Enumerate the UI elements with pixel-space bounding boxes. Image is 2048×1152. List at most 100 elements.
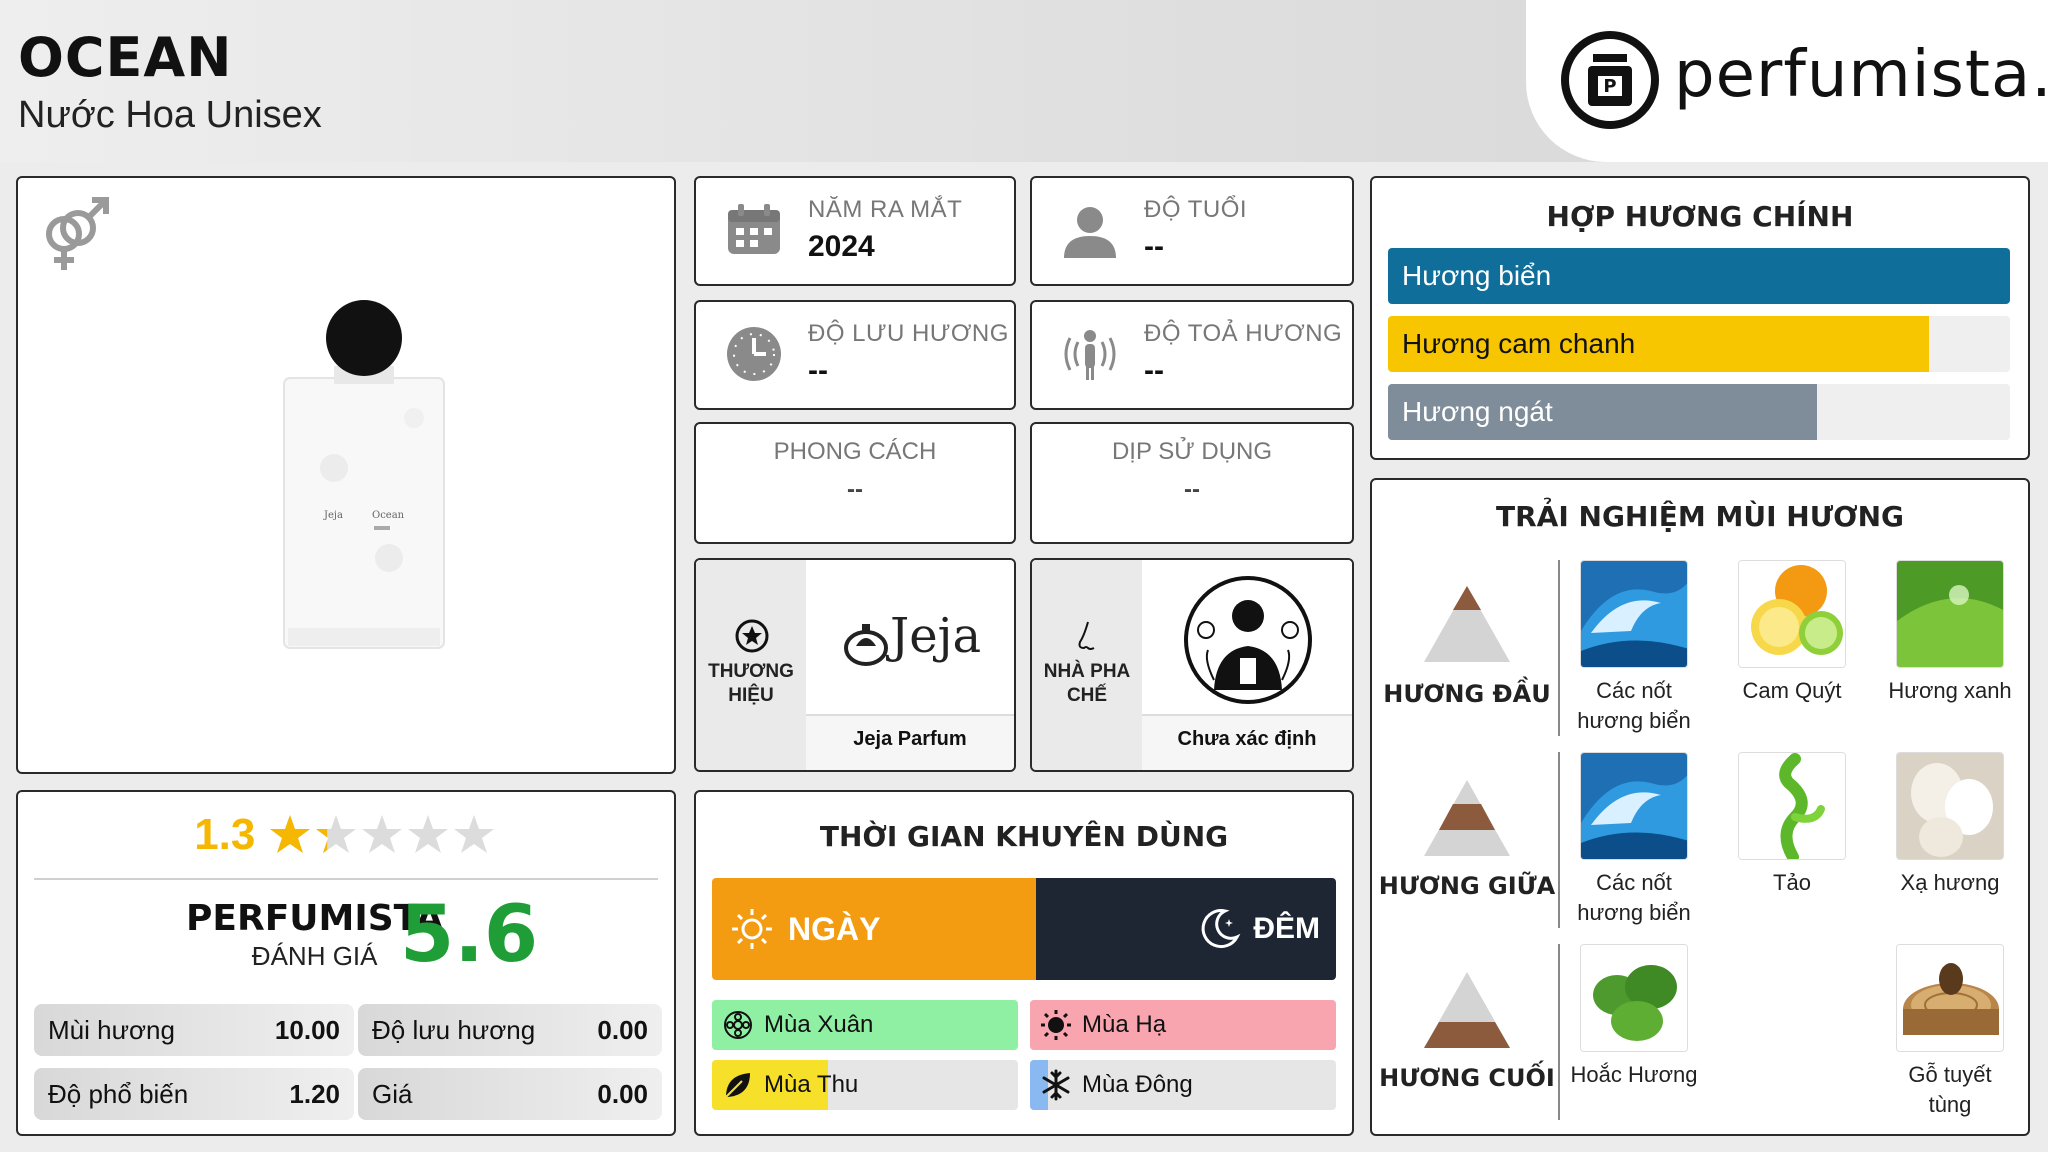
tile-label: PHONG CÁCH <box>773 438 937 465</box>
accord-bar: Hương cam chanh <box>1388 316 2010 372</box>
perfumer-label: NHÀ PHA CHẾ <box>1043 661 1131 706</box>
accord-bar: Hương ngát <box>1388 384 2010 440</box>
recommended-time-card: THỜI GIAN KHUYÊN DÙNG NGÀY ĐÊM Mùa Xuân … <box>694 790 1354 1136</box>
metric-label: Mùi hương <box>48 1014 175 1045</box>
perfumer-caption-area: Chưa xác định <box>1142 714 1352 770</box>
tile-value: -- <box>808 354 828 387</box>
tile-label: ĐỘ TOẢ HƯƠNG <box>1144 320 1343 347</box>
bottle-brand-label: Jeja <box>323 510 343 521</box>
day-segment: NGÀY <box>712 878 1037 980</box>
jeja-logo-icon: Jeja <box>844 608 981 666</box>
perfumer-card[interactable]: NHÀ PHA CHẾ Chưa xác định <box>1030 558 1354 772</box>
star-badge-icon <box>735 619 769 653</box>
tile-label: NĂM RA MẮT <box>808 196 963 223</box>
tile-label: ĐỘ TUỔI <box>1144 196 1248 223</box>
accord-fill: Hương ngát <box>1388 384 1818 440</box>
season-label: Mùa Thu <box>764 1071 859 1098</box>
note-image-algae <box>1738 752 1846 860</box>
pyramid-middle-icon <box>1424 780 1510 856</box>
site-logo[interactable]: P perfumista.vn <box>1526 0 2048 162</box>
note-name: Tảo <box>1773 870 1811 895</box>
metric-label: Độ lưu hương <box>372 1014 536 1045</box>
note-name: Các nốt hương biển <box>1577 870 1691 925</box>
main-accords-card: HỢP HƯƠNG CHÍNH Hương biển Hương cam cha… <box>1370 176 2030 460</box>
note-name: Các nốt hương biển <box>1577 678 1691 733</box>
night-label: ĐÊM <box>1253 912 1320 945</box>
calendar-icon <box>728 204 780 254</box>
metric-value: 0.00 <box>597 1078 648 1109</box>
tile-age: ĐỘ TUỔI -- <box>1030 176 1354 286</box>
rating-divider <box>34 878 658 880</box>
perfume-title: OCEAN <box>18 26 233 89</box>
rating-card: 1.3 PERFUMISTA ĐÁNH GIÁ 5.6 Mùi hương 10… <box>16 790 676 1136</box>
note-image-wave <box>1580 560 1688 668</box>
tile-value: -- <box>1184 476 1200 503</box>
tile-longevity: ĐỘ LƯU HƯƠNG -- <box>694 300 1016 410</box>
sun-icon <box>1041 1010 1071 1040</box>
note-image-patchouli <box>1580 944 1688 1052</box>
rating-value: 1.3 <box>194 810 256 859</box>
pyramid-base-icon <box>1424 972 1510 1048</box>
accord-bar: Hương biển <box>1388 248 2010 304</box>
season-label: Mùa Xuân <box>764 1011 874 1038</box>
brand-logo: Jeja <box>806 560 1014 714</box>
note-name: Hương xanh <box>1888 678 2012 703</box>
page-header: OCEAN Nước Hoa Unisex P perfumista.vn <box>0 0 2048 162</box>
unisex-icon <box>46 197 109 270</box>
row-divider <box>1558 944 1560 1120</box>
base-notes-label: HƯƠNG CUỐI <box>1379 1064 1555 1092</box>
top-notes-label: HƯƠNG ĐẦU <box>1383 680 1551 708</box>
perfume-bottle-logo-icon: P <box>1561 31 1659 129</box>
note-name: Cam Quýt <box>1742 678 1842 703</box>
perfumer-avatar-icon <box>1184 576 1312 704</box>
brand-card[interactable]: THƯƠNG HIỆU Jeja Jeja Parfum <box>694 558 1016 772</box>
perfumer-portrait <box>1142 560 1352 714</box>
metric-popularity: Độ phổ biến 1.20 <box>34 1068 354 1120</box>
note-name: Xạ hương <box>1900 870 2000 895</box>
tile-sillage: ĐỘ TOẢ HƯƠNG -- <box>1030 300 1354 410</box>
brand-logo-text: Jeja <box>885 608 981 664</box>
sillage-icon <box>1064 330 1116 380</box>
tile-value: -- <box>1144 354 1164 387</box>
note-image-wave <box>1580 752 1688 860</box>
accord-fill: Hương cam chanh <box>1388 316 1930 372</box>
season-winter: Mùa Đông <box>1030 1060 1336 1110</box>
day-night-bar: NGÀY ĐÊM <box>712 878 1336 980</box>
note-name: Gỗ tuyết tùng <box>1908 1062 1992 1117</box>
snowflake-icon <box>1042 1069 1070 1101</box>
tile-label: DỊP SỬ DỤNG <box>1111 438 1273 465</box>
tile-release-year: NĂM RA MẮT 2024 <box>694 176 1016 286</box>
moon-icon <box>1201 909 1241 949</box>
user-rating: 1.3 <box>18 810 674 860</box>
season-autumn: Mùa Thu <box>712 1060 1018 1110</box>
tile-style: PHONG CÁCH -- <box>694 422 1016 544</box>
tile-occasion: DỊP SỬ DỤNG -- <box>1030 422 1354 544</box>
perfume-bottle-image: Jeja Ocean <box>283 300 445 649</box>
heart-notes-label: HƯƠNG GIỮA <box>1378 872 1556 900</box>
star-icon <box>361 815 402 853</box>
leaf-icon <box>725 1073 750 1098</box>
nose-icon <box>1078 621 1095 650</box>
clock-icon <box>727 327 781 381</box>
sun-icon <box>732 909 772 949</box>
metric-value: 1.20 <box>289 1078 340 1109</box>
star-icon <box>269 815 310 853</box>
day-label: NGÀY <box>788 910 881 947</box>
season-label: Mùa Hạ <box>1082 1011 1167 1038</box>
star-icon <box>315 815 356 853</box>
brand-name: Jeja Parfum <box>853 728 967 750</box>
tile-value: -- <box>1144 230 1164 263</box>
season-spring: Mùa Xuân <box>712 1000 1018 1050</box>
note-image-cedar <box>1896 944 2004 1052</box>
user-icon <box>1064 207 1116 258</box>
note-name: Hoắc Hương <box>1570 1062 1698 1087</box>
note-image-musk <box>1896 752 2004 860</box>
metric-value: 0.00 <box>597 1014 648 1045</box>
perfumista-score: 5.6 <box>400 890 539 980</box>
brand-caption-area: Jeja Parfum <box>806 714 1014 770</box>
note-image-green <box>1896 560 2004 668</box>
spring-flower-icon <box>724 1011 752 1039</box>
perfumer-name: Chưa xác định <box>1177 728 1317 750</box>
experience-title: TRẢI NGHIỆM MÙI HƯƠNG <box>1496 500 1904 533</box>
star-icon <box>453 815 494 853</box>
